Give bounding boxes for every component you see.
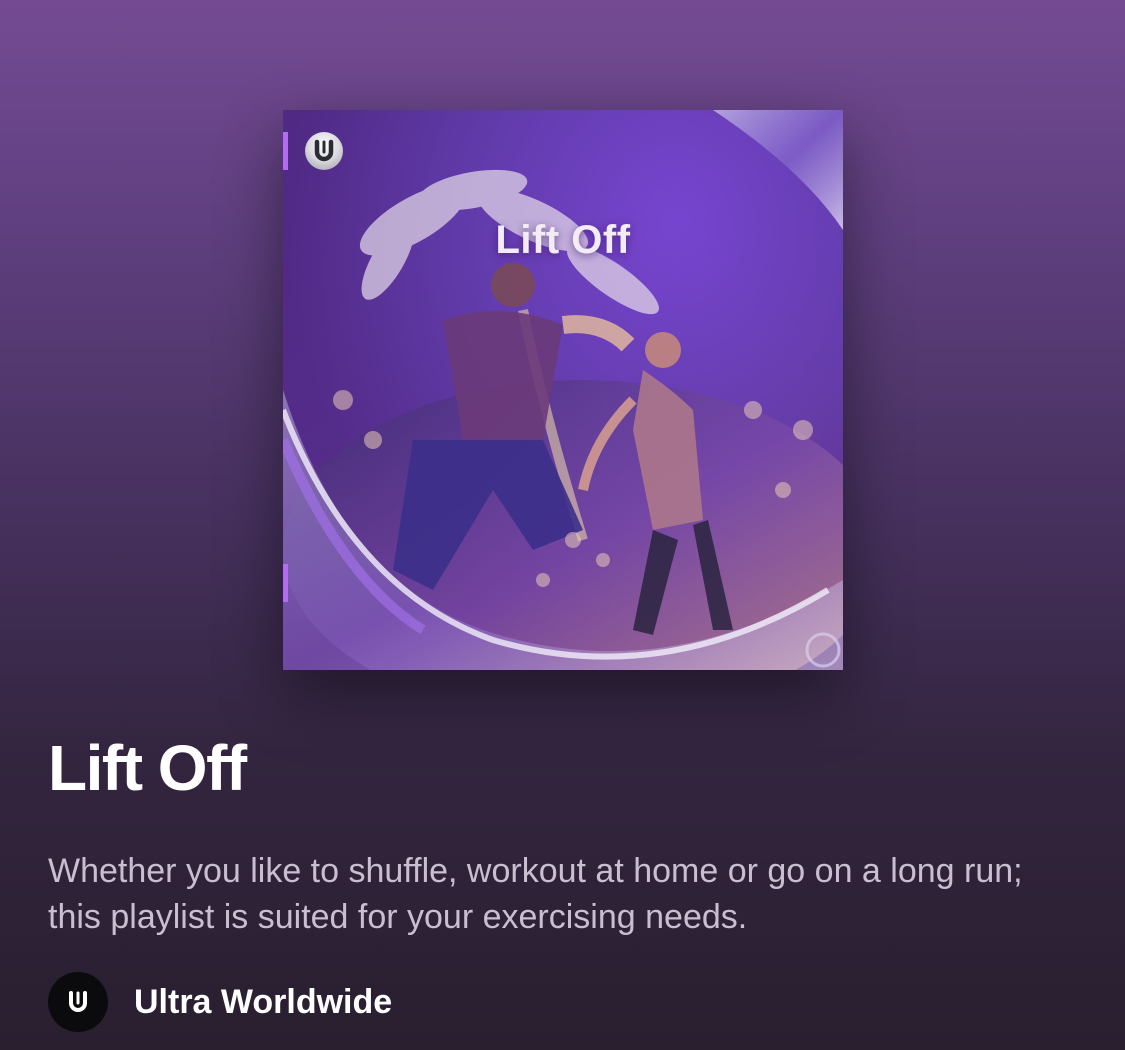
playlist-owner[interactable]: Ultra Worldwide — [48, 972, 392, 1032]
cover-accent-bar — [283, 132, 288, 170]
cover-overlay-title: Lift Off — [495, 218, 631, 262]
playlist-description: Whether you like to shuffle, workout at … — [48, 852, 1023, 936]
cover-accent-bar — [283, 564, 288, 602]
ultra-logo-icon — [305, 132, 343, 170]
owner-name[interactable]: Ultra Worldwide — [134, 983, 392, 1022]
owner-avatar[interactable] — [48, 972, 108, 1032]
cover-photo — [283, 110, 843, 670]
playlist-cover-art: Lift Off — [283, 110, 843, 670]
playlist-title: Lift Off — [48, 732, 247, 804]
ultra-logo-icon — [69, 991, 87, 1012]
